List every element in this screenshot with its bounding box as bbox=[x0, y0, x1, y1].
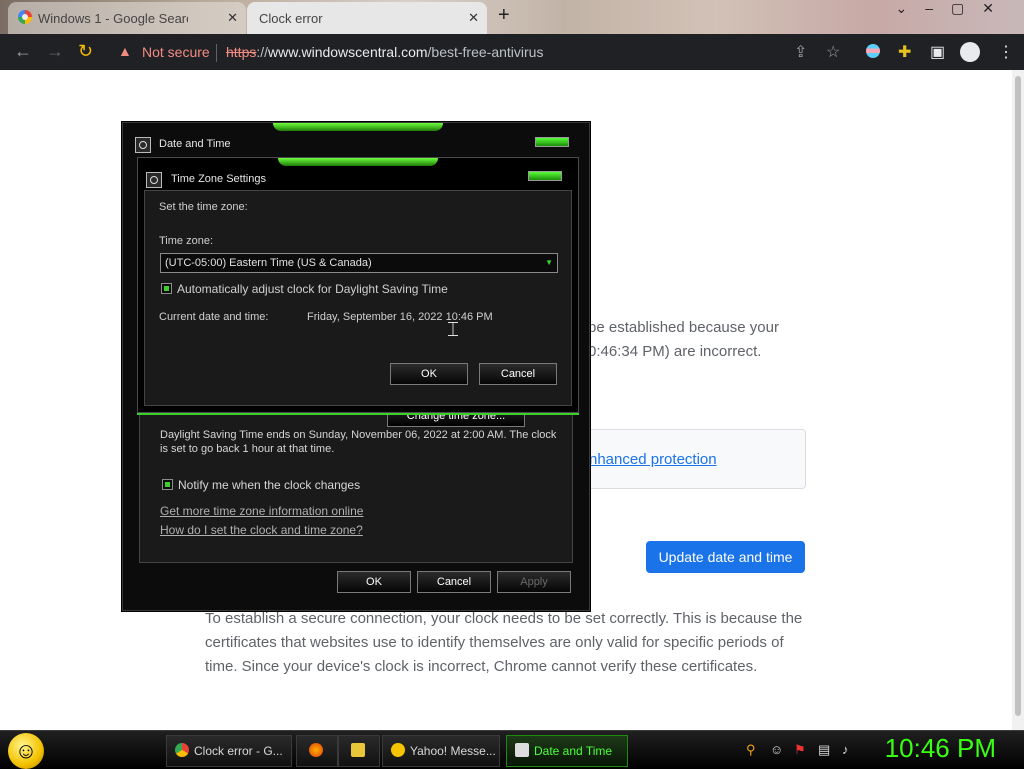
notify-checkbox-row[interactable]: Notify me when the clock changes bbox=[162, 478, 360, 492]
time-zone-panel: Set the time zone: Time zone: (UTC-05:00… bbox=[144, 190, 572, 406]
text-cursor-icon: ⌶ bbox=[447, 319, 459, 341]
dst-info-text: Daylight Saving Time ends on Sunday, Nov… bbox=[160, 429, 557, 455]
taskbar-item-firefox[interactable] bbox=[296, 735, 338, 767]
taskbar-item-label: Date and Time bbox=[534, 744, 613, 758]
error-description: be established because your 0:46:34 PM) … bbox=[588, 316, 779, 364]
cancel-button[interactable]: Cancel bbox=[417, 571, 491, 593]
taskbar: ☺ Clock error - G... Yahoo! Messe... Dat… bbox=[0, 730, 1024, 769]
page-scrollbar[interactable] bbox=[1012, 70, 1024, 730]
enhanced-protection-link[interactable]: nhanced protection bbox=[589, 451, 717, 468]
taskbar-clock[interactable]: 10:46 PM bbox=[885, 733, 996, 764]
google-icon bbox=[18, 10, 32, 24]
tab-title: Clock error bbox=[259, 11, 323, 26]
taskbar-item-chrome[interactable]: Clock error - G... bbox=[166, 735, 292, 767]
firefox-icon bbox=[309, 743, 323, 757]
tab-title: Windows 1 - Google Search bbox=[38, 11, 188, 26]
notify-label: Notify me when the clock changes bbox=[178, 478, 361, 492]
new-tab-button[interactable]: + bbox=[498, 4, 510, 27]
bookmark-star-icon[interactable]: ☆ bbox=[826, 42, 840, 62]
time-zone-icon bbox=[146, 172, 162, 188]
folder-icon bbox=[351, 743, 365, 757]
extensions-puzzle-icon[interactable]: ✚ bbox=[898, 42, 911, 62]
error-text-line: 0:46:34 PM) are incorrect. bbox=[588, 343, 762, 360]
url-path: /best-free-antivirus bbox=[427, 44, 544, 60]
set-clock-help-link[interactable]: How do I set the clock and time zone? bbox=[160, 523, 363, 537]
taskbar-item-label: Clock error - G... bbox=[194, 744, 283, 758]
url-separator: :// bbox=[256, 44, 269, 60]
auto-dst-checkbox-row[interactable]: Automatically adjust clock for Daylight … bbox=[161, 282, 448, 296]
side-panel-icon[interactable]: ▣ bbox=[930, 42, 945, 62]
messenger-tray-icon[interactable]: ☺ bbox=[770, 742, 783, 757]
date-time-icon bbox=[135, 137, 151, 153]
taskbar-item-yahoo-messenger[interactable]: Yahoo! Messe... bbox=[382, 735, 500, 767]
start-button[interactable]: ☺ bbox=[8, 733, 44, 769]
close-tab-icon[interactable]: ✕ bbox=[468, 10, 479, 26]
current-time-value: Friday, September 16, 2022 10:46 PM bbox=[307, 311, 493, 323]
close-dialog-button[interactable] bbox=[528, 171, 562, 181]
url-scheme: https bbox=[226, 44, 257, 60]
dialog-title: Time Zone Settings bbox=[171, 173, 266, 185]
volume-icon[interactable]: ♪ bbox=[842, 742, 849, 757]
time-zone-value: (UTC-05:00) Eastern Time (US & Canada) bbox=[165, 257, 372, 269]
date-time-panel: Daylight Saving Time ends on Sunday, Nov… bbox=[139, 405, 573, 563]
current-time-label: Current date and time: bbox=[159, 311, 269, 323]
title-bar[interactable]: Time Zone Settings bbox=[138, 158, 578, 190]
error-text-line: be established because your bbox=[588, 319, 779, 336]
yahoo-messenger-icon bbox=[391, 743, 405, 757]
update-date-time-button[interactable]: Update date and time bbox=[646, 541, 805, 573]
ok-button[interactable]: OK bbox=[390, 363, 468, 385]
chevron-down-icon: ▼ bbox=[545, 258, 553, 267]
time-zone-info-link[interactable]: Get more time zone information online bbox=[160, 504, 363, 518]
reload-icon[interactable]: ↻ bbox=[78, 41, 93, 62]
auto-dst-label: Automatically adjust clock for Daylight … bbox=[177, 282, 448, 296]
divider bbox=[216, 44, 217, 62]
time-zone-settings-dialog: Time Zone Settings Set the time zone: Ti… bbox=[137, 157, 579, 413]
auto-dst-checkbox[interactable] bbox=[161, 283, 172, 294]
search-icon[interactable]: ⚲ bbox=[746, 742, 756, 758]
scrollbar-thumb[interactable] bbox=[1015, 76, 1021, 716]
address-bar[interactable]: ▲ Not secure https://www.windowscentral.… bbox=[106, 38, 778, 66]
title-bar[interactable]: Date and Time bbox=[123, 123, 589, 155]
taskbar-item-date-time[interactable]: Date and Time bbox=[506, 735, 628, 767]
ok-button[interactable]: OK bbox=[337, 571, 411, 593]
url-host: www.windowscentral.com bbox=[268, 44, 428, 60]
notify-checkbox[interactable] bbox=[162, 479, 173, 490]
warning-icon[interactable]: ▲ bbox=[118, 43, 132, 59]
tab-clock-error[interactable]: Clock error ✕ bbox=[247, 2, 487, 34]
window-title: Date and Time bbox=[159, 138, 231, 150]
close-window-button[interactable] bbox=[535, 137, 569, 147]
url-text[interactable]: https://www.windowscentral.com/best-free… bbox=[226, 44, 543, 60]
time-zone-select[interactable]: (UTC-05:00) Eastern Time (US & Canada) ▼ bbox=[160, 253, 558, 273]
chrome-icon bbox=[175, 743, 189, 757]
profile-avatar-icon[interactable] bbox=[960, 42, 980, 62]
not-secure-label[interactable]: Not secure bbox=[142, 44, 210, 60]
close-tab-icon[interactable]: ✕ bbox=[227, 10, 238, 26]
network-icon[interactable]: ▤ bbox=[818, 742, 830, 758]
tab-google-search[interactable]: Windows 1 - Google Search ✕ bbox=[8, 2, 246, 34]
tab-strip: Windows 1 - Google Search ✕ Clock error … bbox=[0, 0, 1024, 34]
forward-icon[interactable]: → bbox=[46, 41, 64, 62]
action-center-flag-icon[interactable]: ⚑ bbox=[794, 742, 806, 758]
browser-toolbar: ← → ↻ ▲ Not secure https://www.windowsce… bbox=[0, 34, 1024, 70]
taskbar-item-label: Yahoo! Messe... bbox=[410, 744, 496, 758]
window-controls[interactable]: ⌄–▢✕ bbox=[896, 0, 1012, 17]
taskbar-item-explorer[interactable] bbox=[338, 735, 380, 767]
back-icon[interactable]: ← bbox=[14, 41, 32, 62]
menu-kebab-icon[interactable]: ⋮ bbox=[998, 42, 1014, 62]
time-zone-label: Time zone: bbox=[159, 235, 214, 247]
enhanced-protection-box: nhanced protection bbox=[582, 429, 806, 489]
set-time-zone-label: Set the time zone: bbox=[159, 201, 248, 213]
explanation-text: To establish a secure connection, your c… bbox=[205, 610, 803, 675]
apply-button[interactable]: Apply bbox=[497, 571, 571, 593]
date-time-icon bbox=[515, 743, 529, 757]
profile-flag-icon[interactable] bbox=[866, 44, 880, 58]
cancel-button[interactable]: Cancel bbox=[479, 363, 557, 385]
share-icon[interactable]: ⇪ bbox=[794, 42, 807, 62]
